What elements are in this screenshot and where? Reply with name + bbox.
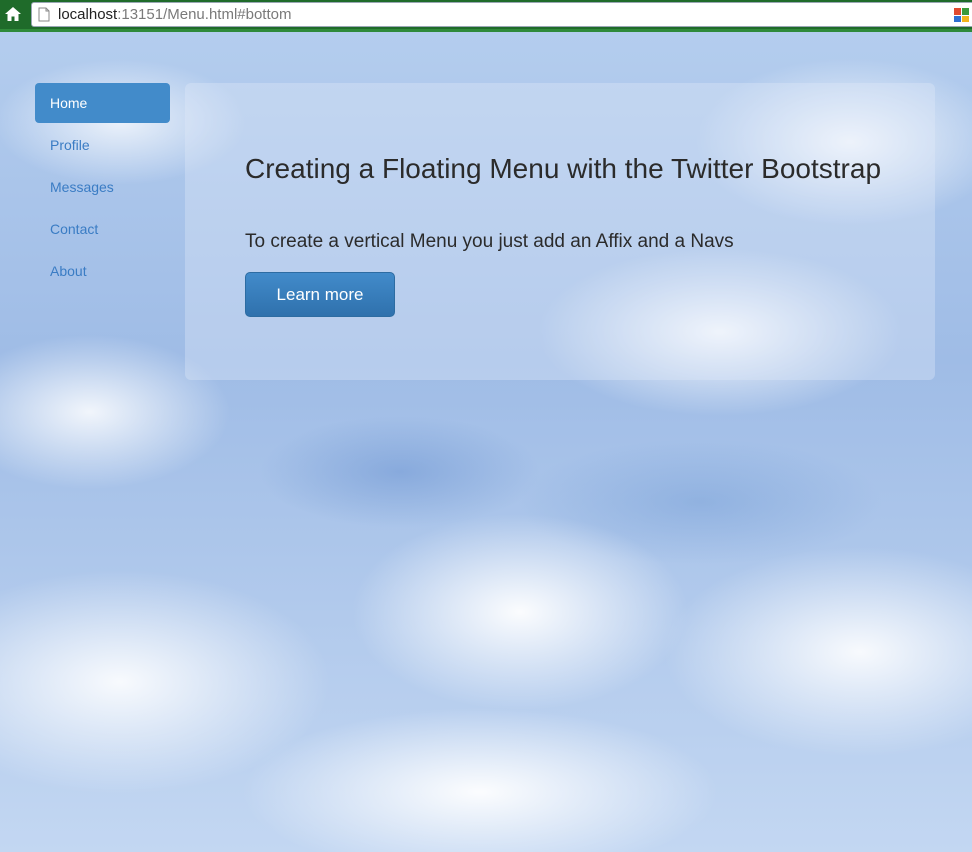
nav-item-messages[interactable]: Messages <box>35 167 170 207</box>
url-text[interactable]: localhost:13151/Menu.html#bottom <box>58 6 291 24</box>
nav-item-profile[interactable]: Profile <box>35 125 170 165</box>
url-host: localhost <box>58 6 118 23</box>
browser-toolbar: localhost:13151/Menu.html#bottom <box>0 0 972 31</box>
jumbotron: Creating a Floating Menu with the Twitte… <box>185 83 935 380</box>
lead-text: To create a vertical Menu you just add a… <box>245 231 734 252</box>
url-path: :13151/Menu.html#bottom <box>117 6 292 23</box>
extension-icon[interactable] <box>952 7 972 23</box>
home-icon[interactable] <box>4 5 22 23</box>
nav-item-contact[interactable]: Contact <box>35 209 170 249</box>
page-title: Creating a Floating Menu with the Twitte… <box>245 153 882 184</box>
nav-item-about[interactable]: About <box>35 251 170 291</box>
address-bar[interactable]: localhost:13151/Menu.html#bottom <box>31 2 972 27</box>
learn-more-button[interactable]: Learn more <box>245 272 395 317</box>
side-nav: Home Profile Messages Contact About <box>35 83 170 293</box>
page-icon <box>38 7 50 22</box>
nav-item-home[interactable]: Home <box>35 83 170 123</box>
